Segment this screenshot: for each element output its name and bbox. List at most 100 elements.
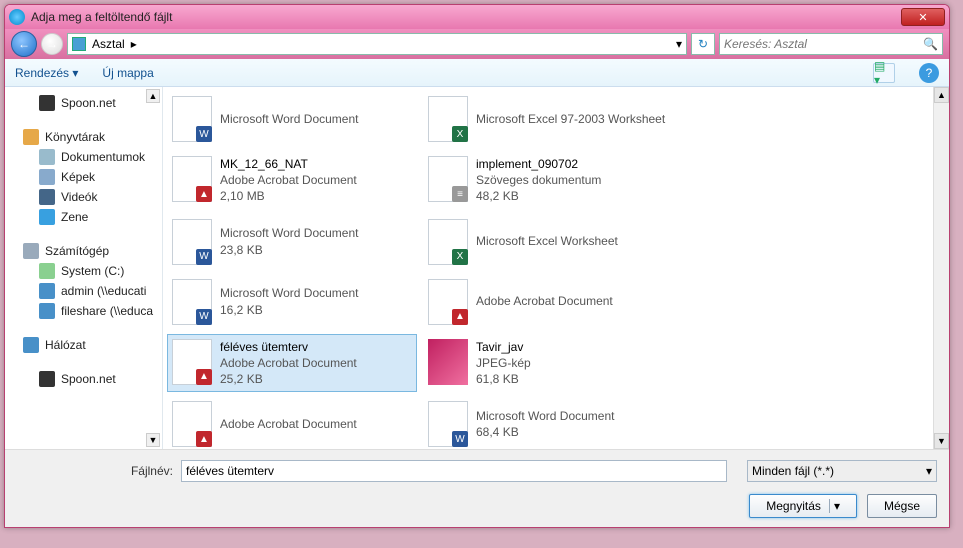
file-type: Microsoft Excel 97-2003 Worksheet	[476, 111, 665, 127]
scroll-up-button[interactable]: ▲	[934, 87, 949, 103]
sidebar-item-drive-admin[interactable]: admin (\\educati	[9, 281, 158, 301]
word-badge-icon: W	[196, 309, 212, 325]
pdf-badge-icon: ▲	[196, 369, 212, 385]
file-info: Microsoft Word Document23,8 KB	[220, 219, 359, 265]
sidebar-item-drive-c[interactable]: System (C:)	[9, 261, 158, 281]
file-item[interactable]: ▲ Adobe Acrobat Document	[423, 274, 673, 330]
file-type: Adobe Acrobat Document	[476, 293, 613, 309]
sidebar-scroll-down[interactable]: ▼	[146, 433, 160, 447]
network-icon	[23, 337, 39, 353]
file-icon: W	[172, 279, 212, 325]
search-box[interactable]: 🔍	[719, 33, 943, 55]
file-size: 48,2 KB	[476, 188, 601, 204]
scroll-down-button[interactable]: ▼	[934, 433, 949, 449]
sidebar-item-network[interactable]: Hálózat	[9, 335, 158, 355]
file-icon: X	[428, 219, 468, 265]
open-button[interactable]: Megnyitás ▾	[749, 494, 857, 518]
videos-icon	[39, 189, 55, 205]
filename-input[interactable]	[181, 460, 727, 482]
file-item[interactable]: XMicrosoft Excel Worksheet	[423, 214, 673, 270]
documents-icon	[39, 149, 55, 165]
file-icon: W	[172, 219, 212, 265]
computer-icon	[23, 243, 39, 259]
file-icon: ▲	[172, 156, 212, 202]
file-item[interactable]: ▲ féléves ütemtervAdobe Acrobat Document2…	[167, 334, 417, 393]
file-icon: ▲	[172, 401, 212, 447]
file-icon: X	[428, 96, 468, 142]
file-type: Adobe Acrobat Document	[220, 172, 357, 188]
libraries-icon	[23, 129, 39, 145]
search-input[interactable]	[724, 37, 923, 51]
window-title: Adja meg a feltöltendő fájlt	[31, 10, 901, 24]
sidebar-item-libraries[interactable]: Könyvtárak	[9, 127, 158, 147]
ie-icon	[9, 9, 25, 25]
file-item[interactable]: W Microsoft Word Document16,2 KB	[167, 274, 417, 330]
help-button[interactable]: ?	[919, 63, 939, 83]
file-info: Microsoft Excel Worksheet	[476, 219, 618, 265]
sidebar-item-music[interactable]: Zene	[9, 207, 158, 227]
filename-label: Fájlnév:	[17, 464, 173, 478]
file-item[interactable]: W Microsoft Word Document68,4 KB	[423, 396, 673, 449]
file-info: Tavir_javJPEG-kép61,8 KB	[476, 339, 531, 388]
file-info: MK_12_66_NATAdobe Acrobat Document2,10 M…	[220, 156, 357, 205]
file-size: 25,2 KB	[220, 371, 357, 387]
file-type: Szöveges dokumentum	[476, 172, 601, 188]
file-info: Microsoft Word Document16,2 KB	[220, 279, 359, 325]
nav-back-button[interactable]: ←	[11, 31, 37, 57]
address-bar[interactable]: Asztal ▸ ▾	[67, 33, 687, 55]
file-list: WMicrosoft Word DocumentXMicrosoft Excel…	[163, 87, 949, 449]
file-info: Microsoft Word Document	[220, 96, 359, 142]
sidebar-item-computer[interactable]: Számítógép	[9, 241, 158, 261]
file-item[interactable]: ▲MK_12_66_NATAdobe Acrobat Document2,10 …	[167, 151, 417, 210]
view-mode-button[interactable]: ▤ ▾	[873, 63, 895, 83]
file-info: implement_090702Szöveges dokumentum48,2 …	[476, 156, 601, 205]
file-scrollbar[interactable]: ▲ ▼	[933, 87, 949, 449]
filetype-filter[interactable]: Minden fájl (*.*) ▾	[747, 460, 937, 482]
file-type: Adobe Acrobat Document	[220, 416, 357, 432]
close-button[interactable]: ✕	[901, 8, 945, 26]
organize-menu[interactable]: Rendezés ▾	[15, 66, 78, 80]
sidebar: ▲ Spoon.net Könyvtárak Dokumentumok Képe…	[5, 87, 163, 449]
sidebar-item-drive-share[interactable]: fileshare (\\educa	[9, 301, 158, 321]
txt-badge-icon: ≡	[452, 186, 468, 202]
file-info: Adobe Acrobat Document	[220, 401, 357, 447]
sidebar-item-videos[interactable]: Videók	[9, 187, 158, 207]
file-item[interactable]: W Microsoft Word Document	[167, 91, 417, 147]
file-icon: ▲	[428, 279, 468, 325]
file-icon: ▲	[172, 339, 212, 385]
dropdown-icon: ▾	[926, 464, 932, 478]
word-badge-icon: W	[452, 431, 468, 447]
pdf-badge-icon: ▲	[196, 431, 212, 447]
file-item[interactable]: ≡ implement_090702Szöveges dokumentum48,2…	[423, 151, 673, 210]
sidebar-item-pictures[interactable]: Képek	[9, 167, 158, 187]
word-badge-icon: W	[196, 126, 212, 142]
nav-tree: Spoon.net Könyvtárak Dokumentumok Képek …	[5, 87, 162, 395]
file-open-dialog: Adja meg a feltöltendő fájlt ✕ ← → Aszta…	[4, 4, 950, 528]
file-item[interactable]: ▲ Adobe Acrobat Document	[167, 396, 417, 449]
file-item[interactable]: Tavir_javJPEG-kép61,8 KB	[423, 334, 673, 393]
file-size: 23,8 KB	[220, 242, 359, 258]
sidebar-item-spoon2[interactable]: Spoon.net	[9, 369, 158, 389]
sidebar-scroll-up[interactable]: ▲	[146, 89, 160, 103]
file-type: Microsoft Word Document	[220, 225, 359, 241]
file-item[interactable]: WMicrosoft Word Document23,8 KB	[167, 214, 417, 270]
nav-forward-button[interactable]: →	[41, 33, 63, 55]
file-item[interactable]: X Microsoft Excel 97-2003 Worksheet	[423, 91, 673, 147]
file-size: 61,8 KB	[476, 371, 531, 387]
sidebar-item-spoon[interactable]: Spoon.net	[9, 93, 158, 113]
file-type: Microsoft Word Document	[220, 111, 359, 127]
new-folder-button[interactable]: Új mappa	[102, 66, 153, 80]
address-dropdown-icon[interactable]: ▾	[676, 37, 682, 51]
file-info: Microsoft Word Document68,4 KB	[476, 401, 615, 447]
file-type: Microsoft Word Document	[220, 285, 359, 301]
file-info: féléves ütemtervAdobe Acrobat Document25…	[220, 339, 357, 388]
titlebar: Adja meg a feltöltendő fájlt ✕	[5, 5, 949, 29]
file-info: Adobe Acrobat Document	[476, 279, 613, 325]
open-split-icon[interactable]: ▾	[829, 499, 840, 513]
file-type: JPEG-kép	[476, 355, 531, 371]
file-name: Tavir_jav	[476, 339, 531, 355]
search-icon[interactable]: 🔍	[923, 37, 938, 51]
sidebar-item-documents[interactable]: Dokumentumok	[9, 147, 158, 167]
refresh-button[interactable]: ↻	[691, 33, 715, 55]
cancel-button[interactable]: Mégse	[867, 494, 937, 518]
